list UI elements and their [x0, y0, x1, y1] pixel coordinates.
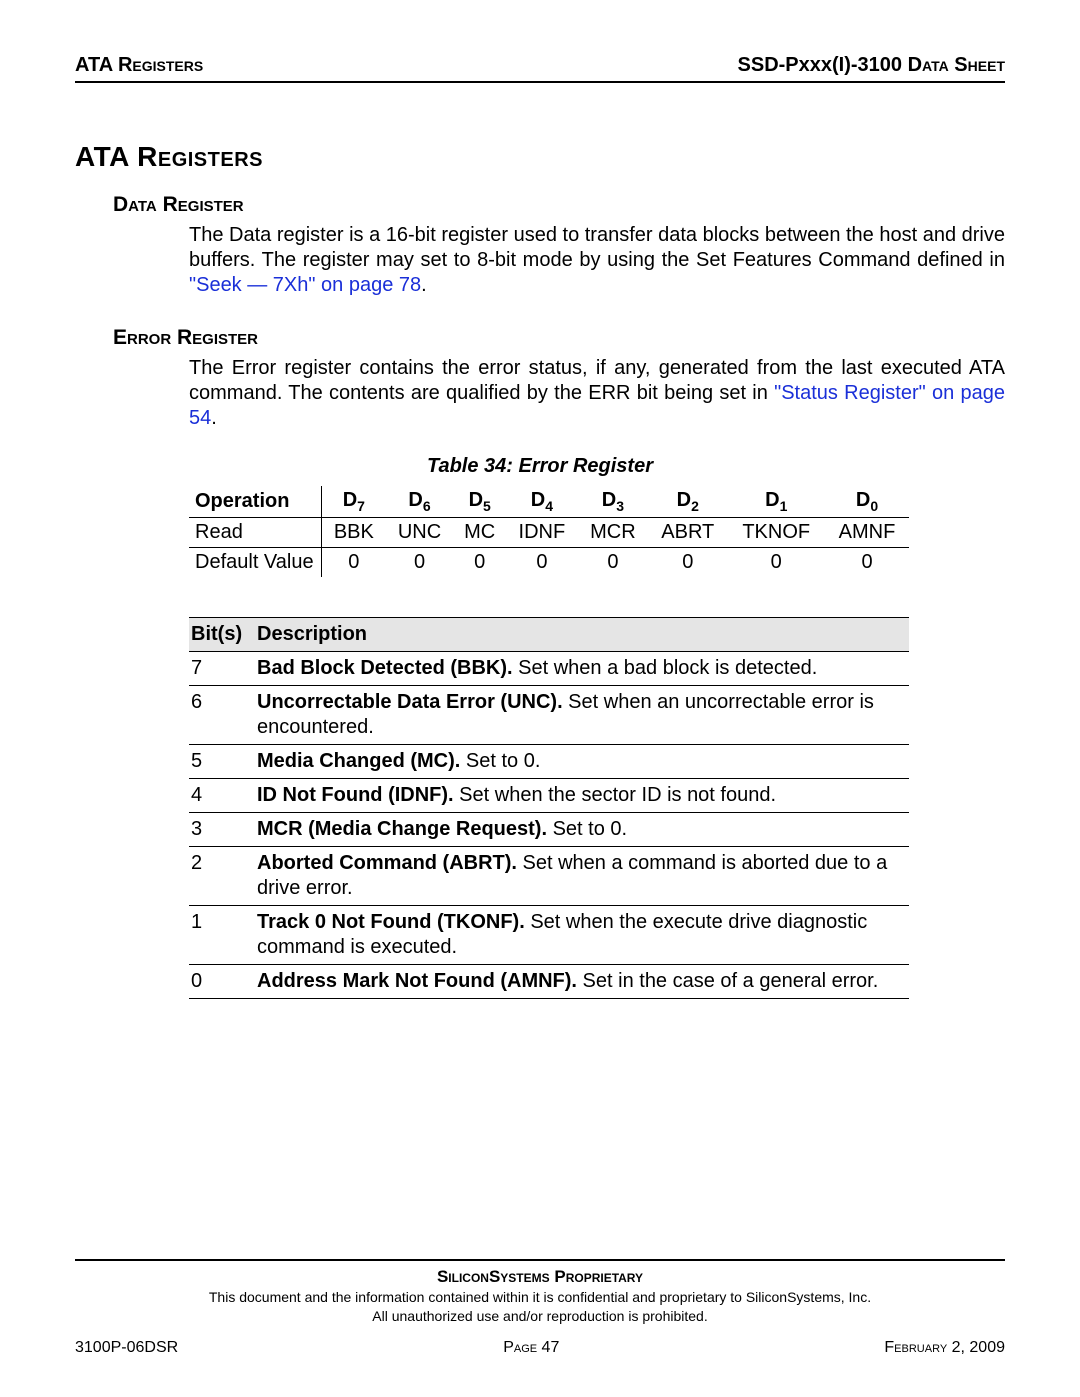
footer-proprietary: SiliconSystems Proprietary [75, 1267, 1005, 1287]
footer-confidential-2: All unauthorized use and/or reproduction… [75, 1308, 1005, 1325]
page-header: ATA Registers SSD-Pxxx(I)-3100 Data Shee… [75, 54, 1005, 83]
section-heading-data-register: Data Register [113, 193, 1005, 217]
section-heading-error-register: Error Register [113, 326, 1005, 350]
table-header-row: Bit(s) Description [189, 618, 909, 652]
page-footer: SiliconSystems Proprietary This document… [75, 1259, 1005, 1357]
table-row: Default Value 0 0 0 0 0 0 0 0 [189, 548, 909, 578]
footer-row: 3100P-06DSR Page 47 February 2, 2009 [75, 1339, 1005, 1357]
table-row: 5Media Changed (MC). Set to 0. [189, 745, 909, 779]
footer-date: February 2, 2009 [884, 1339, 1005, 1357]
table-row: Read BBK UNC MC IDNF MCR ABRT TKNOF AMNF [189, 518, 909, 548]
table-row: 7Bad Block Detected (BBK). Set when a ba… [189, 652, 909, 686]
footer-docnum: 3100P-06DSR [75, 1339, 178, 1357]
error-register-text: The Error register contains the error st… [189, 356, 1005, 431]
table-row: 0Address Mark Not Found (AMNF). Set in t… [189, 965, 909, 999]
bits-description-table: Bit(s) Description 7Bad Block Detected (… [189, 617, 909, 999]
footer-page: Page 47 [503, 1339, 559, 1357]
header-right: SSD-Pxxx(I)-3100 Data Sheet [738, 54, 1005, 77]
page-title: ATA Registers [75, 141, 1005, 173]
link-seek-7xh[interactable]: "Seek — 7Xh" on page 78 [189, 274, 421, 296]
page: ATA Registers SSD-Pxxx(I)-3100 Data Shee… [0, 0, 1080, 1397]
table-row: 6Uncorrectable Data Error (UNC). Set whe… [189, 686, 909, 745]
data-register-text: The Data register is a 16-bit register u… [189, 223, 1005, 298]
table-header-row: Operation D7 D6 D5 D4 D3 D2 D1 D0 [189, 486, 909, 518]
table-row: 3MCR (Media Change Request). Set to 0. [189, 813, 909, 847]
table-row: 4ID Not Found (IDNF). Set when the secto… [189, 779, 909, 813]
table-row: 1Track 0 Not Found (TKONF). Set when the… [189, 906, 909, 965]
table34-caption: Table 34: Error Register [75, 455, 1005, 478]
footer-confidential-1: This document and the information contai… [75, 1289, 1005, 1306]
error-register-table: Operation D7 D6 D5 D4 D3 D2 D1 D0 Read B… [189, 486, 909, 577]
table-row: 2Aborted Command (ABRT). Set when a comm… [189, 847, 909, 906]
header-left: ATA Registers [75, 54, 203, 77]
